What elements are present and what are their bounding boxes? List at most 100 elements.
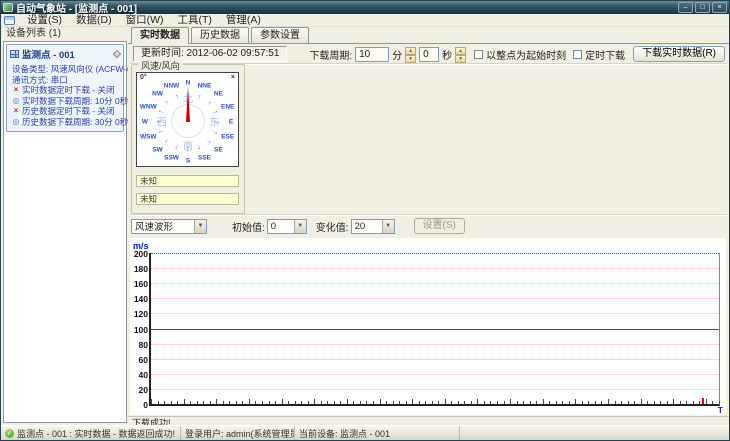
x-axis-tick	[660, 401, 662, 404]
maximize-button[interactable]: □	[695, 2, 710, 13]
x-axis-tick	[719, 401, 720, 404]
x-axis-tick	[497, 401, 499, 404]
history-timed-download-line: × 历史数据定时下载 - 关闭	[13, 106, 115, 116]
y-axis-tick-label: 0	[143, 400, 148, 410]
x-axis-tick	[346, 399, 348, 404]
set-button[interactable]: 设置(S)	[413, 218, 465, 234]
statusbar-login-section: 登录用户: admin(系统管理员)	[181, 426, 295, 440]
minutes-stepper[interactable]: ▲ ▼	[405, 46, 417, 63]
x-axis-tick	[562, 401, 564, 404]
x-axis-tick	[418, 401, 420, 404]
change-value-select[interactable]: 20 ▼	[350, 218, 395, 234]
y-axis-tick-label: 200	[133, 249, 148, 259]
x-axis-tick	[647, 401, 649, 404]
x-axis-tick	[353, 401, 355, 404]
login-user: 登录用户: admin(系统管理员)	[185, 428, 295, 439]
menu-settings[interactable]: 设置(S)	[21, 14, 68, 26]
x-axis-tick	[529, 401, 531, 404]
chevron-down-icon: ▼	[381, 219, 394, 233]
statusbar-device-section: 当前设备: 监测点 - 001	[295, 426, 460, 440]
time-axis-label: T	[717, 405, 723, 415]
align-to-hour-checkbox[interactable]	[474, 49, 484, 59]
realtime-period-line: ◎ 实时数据下载周期: 10分 0秒	[12, 95, 129, 106]
wind-speed-chart: m/s 0 20 40 60 80 100 120 140 160 180 200 T	[130, 238, 726, 415]
comm-mode-line: 通讯方式: 串口	[12, 74, 68, 85]
seconds-input[interactable]: 0	[419, 46, 440, 62]
compass-direction-se: SE	[214, 146, 223, 154]
x-axis-tick	[399, 401, 401, 404]
toolbar: 更新时间: 2012-06-02 09:57:51 下载周期: 10 分 ▲ ▼ …	[128, 46, 729, 63]
wind-direction-field[interactable]: 未知	[136, 193, 239, 205]
x-axis-tick	[464, 401, 466, 404]
compass-tick-arrow-icon: →	[172, 142, 182, 152]
curve-type-select[interactable]: 风速波形 ▼	[131, 218, 207, 234]
time-cursor-mark	[701, 398, 704, 404]
compass-tick-arrow-icon: →	[184, 91, 192, 99]
seconds-stepper[interactable]: ▲ ▼	[455, 46, 467, 63]
device-list-body: 监测点 - 001 设备类型: 风速风向仪 (ACFW-4) 通讯方式: 串口 …	[3, 41, 134, 423]
compass-direction-n: N	[185, 79, 191, 87]
x-axis-tick	[431, 401, 433, 404]
x-axis-tick	[614, 401, 616, 404]
device-panel[interactable]: 监测点 - 001 设备类型: 风速风向仪 (ACFW-4) 通讯方式: 串口 …	[6, 44, 134, 132]
realtime-timed-download-line: × 实时数据定时下载 - 关闭	[13, 85, 115, 95]
compass-tick-arrow-icon: →	[162, 136, 173, 147]
gridline	[151, 298, 719, 300]
device-list-header: 设备列表 (1)	[6, 28, 61, 39]
menu-tools[interactable]: 工具(T)	[171, 14, 217, 26]
minutes-input[interactable]: 10	[355, 46, 390, 62]
tab-realtime-data[interactable]: 实时数据	[131, 27, 189, 44]
x-axis-tick	[608, 399, 609, 404]
x-axis-tick	[242, 401, 244, 404]
title-bar[interactable]: 自动气象站 - [监测点 - 001] – □ ×	[1, 1, 729, 15]
wind-compass: 0° × 北 南 西 东 N → NNE → NE → ENE → E → ESE → SE → SSE → S…	[136, 72, 239, 167]
y-axis-tick-label: 20	[138, 384, 148, 395]
y-axis-tick-label: 40	[138, 369, 148, 380]
y-axis-tick-label: 140	[133, 294, 148, 305]
x-axis-tick	[568, 401, 570, 404]
x-axis-tick	[327, 401, 329, 404]
x-axis-tick	[588, 401, 590, 404]
tab-parameter-settings[interactable]: 参数设置	[251, 27, 309, 43]
compass-direction-e: E	[228, 118, 234, 126]
success-check-icon: ✓	[5, 428, 14, 438]
x-axis-tick	[255, 401, 257, 404]
y-axis-tick-label: 80	[138, 339, 148, 350]
menu-bar: 设置(S) 数据(D) 窗口(W) 工具(T) 管理(A)	[1, 14, 729, 27]
pin-icon[interactable]	[112, 49, 122, 59]
x-axis-tick	[483, 401, 485, 404]
x-axis-tick	[333, 401, 335, 404]
x-axis-tick	[516, 401, 518, 404]
x-axis-tick	[261, 401, 263, 404]
wind-speed-field[interactable]: 未知	[136, 175, 239, 187]
gridline	[151, 268, 719, 270]
minutes-unit-label: 分	[392, 50, 403, 62]
x-axis-tick	[157, 401, 159, 404]
x-axis-tick	[594, 401, 596, 404]
compass-direction-ne: NE	[213, 90, 223, 98]
initial-value-select[interactable]: 0 ▼	[266, 218, 307, 234]
app-window: 自动气象站 - [监测点 - 001] – □ × 设置(S) 数据(D) 窗口…	[0, 0, 730, 441]
device-panel-title[interactable]: 监测点 - 001	[22, 47, 111, 61]
x-axis-tick	[653, 401, 655, 404]
x-axis-tick	[164, 401, 166, 404]
menu-window[interactable]: 窗口(W)	[120, 14, 170, 26]
timed-download-checkbox[interactable]	[573, 49, 583, 59]
wind-group: 风速/风向 0° × 北 南 西 东 N → NNE → NE → ENE → E → ESE → SE…	[131, 59, 245, 214]
gridline	[151, 343, 719, 345]
menu-manage[interactable]: 管理(A)	[220, 14, 267, 26]
tab-history-data[interactable]: 历史数据	[191, 27, 249, 43]
x-axis-tick	[209, 401, 211, 404]
minimize-button[interactable]: –	[678, 2, 693, 13]
download-realtime-button[interactable]: 下载实时数据(R)	[633, 46, 725, 62]
compass-tick-arrow-icon: →	[155, 118, 163, 126]
menu-data[interactable]: 数据(D)	[70, 14, 118, 26]
x-axis-tick	[634, 401, 636, 404]
mdi-child-icon[interactable]	[4, 15, 15, 25]
x-axis-tick	[555, 401, 557, 404]
compass-tick-arrow-icon: →	[203, 97, 214, 108]
chart-controls: 风速波形 ▼ 初始值: 0 ▼ 变化值: 20 ▼ 设置(S)	[131, 218, 465, 234]
clock-icon: ◎	[12, 116, 20, 126]
statusbar-message-section: ✓ 监测点 - 001 : 实时数据 - 数据返回成功!	[1, 426, 181, 440]
close-button[interactable]: ×	[712, 2, 727, 13]
